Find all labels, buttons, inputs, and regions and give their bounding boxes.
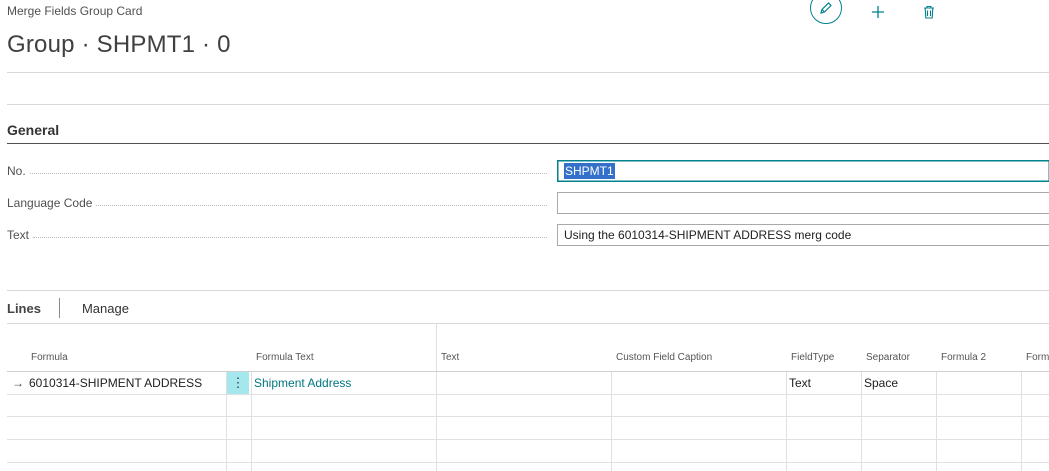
table-row[interactable] (7, 394, 1049, 417)
header-divider (7, 72, 1049, 73)
column-header-text[interactable]: Text (441, 352, 459, 363)
general-section-rule (7, 143, 1049, 144)
breadcrumb: Merge Fields Group Card (7, 4, 143, 18)
lines-top-divider (7, 290, 1049, 291)
column-header-formula-2[interactable]: Formula 2 (941, 352, 986, 363)
formula-2-cell[interactable] (940, 372, 1020, 394)
table-row[interactable]: → 6010314-SHIPMENT ADDRESS ⋮ Shipment Ad… (7, 371, 1049, 395)
formula-cell[interactable]: 6010314-SHIPMENT ADDRESS (29, 372, 224, 394)
text-cell[interactable] (440, 372, 610, 394)
separator-cell[interactable]: Space (864, 372, 934, 394)
text-field-value: Using the 6010314-SHIPMENT ADDRESS merg … (564, 228, 852, 242)
plus-icon (872, 6, 884, 18)
field-label-language-code: Language Code (7, 193, 547, 213)
lines-bottom-divider (7, 323, 1049, 324)
field-label-no: No. (7, 161, 547, 181)
no-field-value: SHPMT1 (564, 163, 615, 179)
new-button[interactable] (862, 0, 894, 24)
formula-text-cell[interactable]: Shipment Address (254, 372, 434, 394)
row-menu-button[interactable]: ⋮ (227, 372, 249, 394)
column-header-separator[interactable]: Separator (866, 352, 910, 363)
column-header-custom-field-caption[interactable]: Custom Field Caption (616, 352, 712, 363)
table-row[interactable] (7, 440, 1049, 463)
pencil-icon (820, 2, 832, 14)
fieldtype-cell[interactable]: Text (789, 372, 859, 394)
column-header-formula-text[interactable]: Formula Text (256, 352, 314, 363)
column-header-formula[interactable]: Formula (31, 352, 68, 363)
delete-button[interactable] (913, 0, 945, 24)
column-header-fieldtype[interactable]: FieldType (791, 352, 834, 363)
column-header-form[interactable]: Form (1026, 352, 1049, 363)
field-label-text: Text (7, 225, 547, 245)
lines-bar: Lines Manage (7, 298, 129, 318)
table-row[interactable] (7, 417, 1049, 440)
manage-menu[interactable]: Manage (82, 301, 129, 316)
tab-lines[interactable]: Lines (7, 301, 41, 316)
edit-button[interactable] (810, 0, 842, 24)
custom-field-caption-cell[interactable] (615, 372, 785, 394)
no-field[interactable]: SHPMT1 (557, 160, 1049, 182)
language-code-field[interactable] (557, 192, 1049, 214)
general-section-title[interactable]: General (7, 122, 59, 138)
text-field[interactable]: Using the 6010314-SHIPMENT ADDRESS merg … (557, 224, 1049, 246)
content-divider (7, 104, 1049, 105)
page-title: Group · SHPMT1 · 0 (7, 31, 231, 58)
row-indicator-icon: → (12, 376, 24, 390)
trash-icon (924, 5, 934, 19)
